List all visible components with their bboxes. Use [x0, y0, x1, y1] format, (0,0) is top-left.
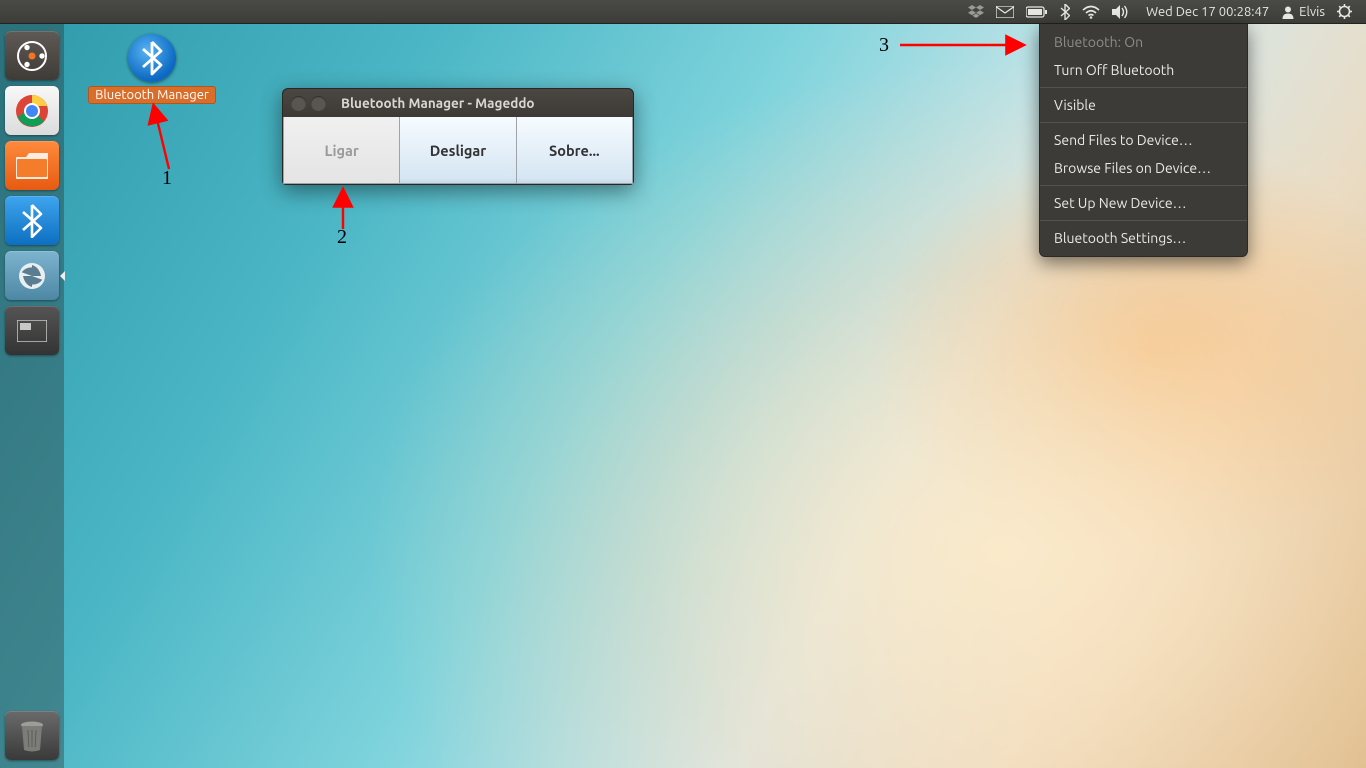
- launcher-chrome[interactable]: [5, 86, 59, 135]
- sound-indicator[interactable]: [1106, 0, 1136, 23]
- menu-separator: [1040, 220, 1247, 221]
- mail-indicator[interactable]: [990, 0, 1020, 23]
- bt-menu-visible[interactable]: Visible: [1040, 91, 1247, 119]
- annotation-arrow-1: [117, 97, 187, 177]
- launcher-active-pip: [55, 271, 65, 281]
- bt-menu-settings[interactable]: Bluetooth Settings…: [1040, 224, 1247, 252]
- launcher-shutter[interactable]: [5, 251, 59, 300]
- bt-menu-setup[interactable]: Set Up New Device…: [1040, 189, 1247, 217]
- clock-indicator[interactable]: Wed Dec 17 00:28:47: [1136, 0, 1275, 23]
- user-name: Elvis: [1299, 5, 1325, 19]
- dropbox-indicator[interactable]: [962, 0, 990, 23]
- launcher: [0, 24, 64, 768]
- desktop-icon-bluetooth-manager[interactable]: Bluetooth Manager: [86, 34, 218, 104]
- menu-separator: [1040, 122, 1247, 123]
- window-titlebar[interactable]: Bluetooth Manager - Mageddo: [283, 89, 633, 117]
- sobre-button[interactable]: Sobre...: [517, 117, 632, 183]
- annotation-label-1: 1: [162, 167, 172, 190]
- window-body: Ligar Desligar Sobre...: [283, 117, 633, 184]
- launcher-dash[interactable]: [5, 31, 59, 80]
- bluetooth-indicator[interactable]: [1054, 0, 1076, 23]
- ligar-button: Ligar: [284, 117, 400, 183]
- session-indicator[interactable]: [1331, 0, 1358, 23]
- bt-menu-browse-files[interactable]: Browse Files on Device…: [1040, 154, 1247, 182]
- battery-indicator[interactable]: [1020, 0, 1054, 23]
- bt-menu-turn-off[interactable]: Turn Off Bluetooth: [1040, 56, 1247, 84]
- menu-separator: [1040, 185, 1247, 186]
- network-indicator[interactable]: [1076, 0, 1106, 23]
- bt-menu-status: Bluetooth: On: [1040, 28, 1247, 56]
- bluetooth-icon: [128, 34, 176, 82]
- menu-separator: [1040, 87, 1247, 88]
- annotation-label-3: 3: [879, 34, 889, 57]
- user-indicator[interactable]: Elvis: [1275, 0, 1331, 23]
- close-button[interactable]: [291, 96, 306, 111]
- bt-menu-send-files[interactable]: Send Files to Device…: [1040, 126, 1247, 154]
- annotation-label-2: 2: [337, 226, 347, 249]
- desligar-button[interactable]: Desligar: [400, 117, 516, 183]
- minimize-button[interactable]: [311, 96, 326, 111]
- bluetooth-manager-window: Bluetooth Manager - Mageddo Ligar Deslig…: [282, 88, 634, 185]
- clock-text: Wed Dec 17 00:28:47: [1146, 5, 1269, 19]
- launcher-trash[interactable]: [5, 711, 59, 760]
- annotation-arrow-3: [892, 34, 1032, 56]
- launcher-workspace[interactable]: [5, 306, 59, 355]
- top-panel: Wed Dec 17 00:28:47 Elvis: [0, 0, 1366, 24]
- desktop-icon-label: Bluetooth Manager: [88, 86, 216, 104]
- window-title: Bluetooth Manager - Mageddo: [341, 95, 535, 111]
- launcher-files[interactable]: [5, 141, 59, 190]
- bluetooth-menu: Bluetooth: On Turn Off Bluetooth Visible…: [1039, 24, 1248, 257]
- launcher-bluetooth[interactable]: [5, 196, 59, 245]
